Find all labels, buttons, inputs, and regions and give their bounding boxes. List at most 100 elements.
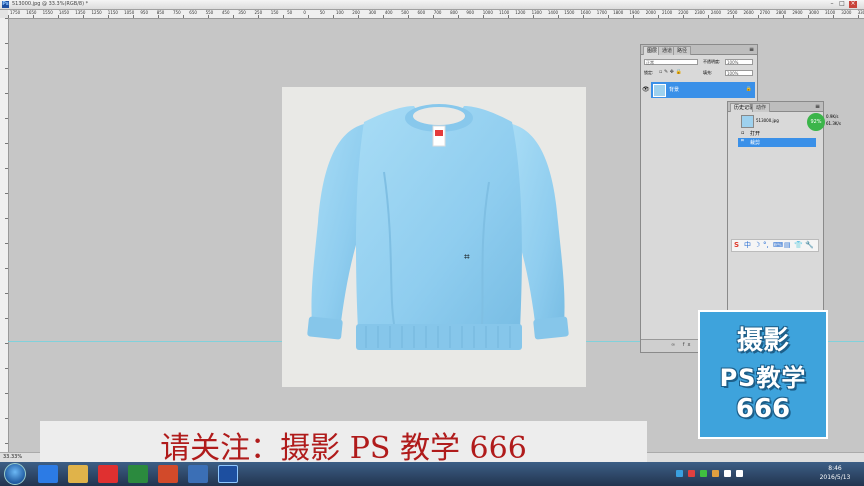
volume-icon[interactable] (736, 470, 743, 477)
tray-icon[interactable] (688, 470, 695, 477)
clock-time: 8:46 (828, 465, 842, 472)
panel-menu-icon[interactable]: ≡ (749, 46, 754, 53)
lock-icons[interactable]: ▫ ✎ ✥ 🔒 (659, 69, 682, 75)
ruler-tick-label: 2400 (710, 10, 722, 15)
net-percent: 92% (807, 113, 825, 131)
history-snapshot[interactable]: 513000.jpg (730, 114, 810, 128)
sogou-ime-toolbar[interactable]: S 中 ☽ °, ⌨ ▤ 👕 🔧 (731, 239, 819, 252)
vertical-ruler[interactable] (0, 18, 9, 452)
photoshop-taskbar-icon[interactable] (218, 465, 238, 483)
sogou-punct-icon[interactable]: °, (763, 240, 769, 251)
ruler-tick-label: 1400 (547, 10, 559, 15)
ruler-tick-label: 850 (156, 10, 165, 15)
ruler-tick-label: 2900 (792, 10, 803, 15)
history-panel[interactable]: 历史记录 动作 ≡ 513000.jpg ▫ 打开 ⌗ 裁剪 (727, 101, 824, 341)
tab-paths[interactable]: 路径 (673, 46, 692, 55)
net-speed-widget: 92% 0.9K/s 61.3K/s (807, 112, 841, 132)
start-button-icon[interactable] (4, 463, 26, 485)
brand-logo: 摄影 PS教学 666 (698, 310, 828, 439)
ruler-tick-label: 100 (336, 10, 344, 15)
close-icon[interactable]: × (849, 1, 857, 8)
ruler-tick-label: 3000 (808, 10, 819, 15)
clock-date: 2016/5/13 (819, 474, 851, 481)
sogou-moon-icon[interactable]: ☽ (754, 240, 760, 251)
maximize-icon[interactable]: □ (838, 1, 846, 8)
ie-icon[interactable] (38, 465, 58, 483)
tray-icon[interactable] (712, 470, 719, 477)
snapshot-thumbnail (741, 115, 754, 128)
ruler-tick-label: 750 (173, 10, 181, 15)
photoshop-icon: Ps (2, 1, 9, 8)
crop-icon: ⌗ (741, 138, 744, 144)
sogou-skin-icon[interactable]: 👕 (794, 240, 803, 251)
zoom-level[interactable]: 33.33% (3, 454, 22, 460)
ruler-tick-label: 1200 (515, 10, 526, 15)
ruler-tick-label: 250 (254, 10, 263, 15)
opacity-label: 不透明度: (703, 59, 721, 64)
sogou-menu-icon[interactable]: ▤ (784, 240, 791, 251)
layer-name: 背景 (669, 87, 680, 93)
ruler-tick-label: 1150 (107, 10, 118, 15)
ruler-tick-label: 1700 (596, 10, 607, 15)
panel-menu-icon[interactable]: ≡ (815, 103, 820, 110)
opacity-input[interactable]: 100% (725, 59, 753, 65)
ruler-tick-label: 2200 (678, 10, 689, 15)
tray-icon[interactable] (676, 470, 683, 477)
blend-mode-select[interactable]: 正常 (644, 59, 698, 65)
ruler-tick-label: 500 (401, 10, 409, 15)
document-canvas[interactable]: ⌗ (282, 87, 586, 387)
layer-row-background[interactable]: 背景 🔒 (651, 82, 755, 98)
ruler-tick-label: 550 (205, 10, 214, 15)
sogou-chinese-toggle[interactable]: 中 (744, 240, 751, 251)
ruler-tick-label: 450 (221, 10, 230, 15)
fill-input[interactable]: 100% (725, 70, 753, 76)
taskbar-clock[interactable]: 8:46 2016/5/13 (810, 464, 860, 482)
ruler-tick-label: 400 (384, 10, 393, 15)
ruler-tick-label: 3300 (857, 10, 864, 15)
ruler-tick-label: 2500 (727, 10, 738, 15)
ruler-tick-label: 0 (303, 10, 306, 15)
ruler-tick-label: 800 (450, 10, 458, 15)
app-icon[interactable] (188, 465, 208, 483)
lock-label: 锁定: (644, 70, 654, 75)
tab-actions[interactable]: 动作 (752, 103, 771, 112)
ruler-tick-label: 1650 (26, 10, 37, 15)
ruler-tick-label: 1050 (124, 10, 135, 15)
ruler-tick-label: 1000 (482, 10, 493, 15)
document-title-bar: Ps 513000.jpg @ 33.3%(RGB/8) * – □ × (0, 0, 864, 10)
document-title: 513000.jpg @ 33.3%(RGB/8) * (12, 1, 89, 7)
ruler-tick-label: 900 (466, 10, 475, 15)
ruler-tick-label: 50 (319, 10, 325, 15)
ruler-tick-label: 50 (287, 10, 293, 15)
ruler-tick-label: 950 (140, 10, 149, 15)
ruler-tick-label: 2300 (694, 10, 705, 15)
eye-icon[interactable]: 👁 (642, 86, 650, 93)
ruler-tick-label: 1900 (629, 10, 640, 15)
media-icon[interactable] (98, 465, 118, 483)
app-icon[interactable] (128, 465, 148, 483)
explorer-icon[interactable] (68, 465, 88, 483)
snapshot-name: 513000.jpg (756, 118, 779, 123)
ruler-tick-label: 600 (417, 10, 426, 15)
history-item-label: 裁剪 (750, 140, 761, 146)
horizontal-ruler[interactable]: 1750 1650 1550 1450 1350 1250 1150 1050 950 850 75… (8, 10, 864, 19)
ruler-tick-label: 1450 (58, 10, 70, 15)
minimize-icon[interactable]: – (828, 1, 836, 8)
ruler-tick-label: 150 (270, 10, 279, 15)
logo-line-1: 摄影 (736, 326, 789, 356)
ruler-tick-label: 1300 (531, 10, 542, 15)
sogou-keyboard-icon[interactable]: ⌨ (773, 240, 783, 251)
app-icon[interactable] (158, 465, 178, 483)
layers-panel-tabs: 图层 通道 路径 ≡ (641, 45, 757, 55)
ruler-tick-label: 1100 (499, 10, 510, 15)
ruler-tick-label: 2600 (743, 10, 754, 15)
logo-line-2: PS教学 (719, 364, 807, 392)
sogou-settings-icon[interactable]: 🔧 (805, 240, 814, 251)
net-down: 61.3K/s (826, 121, 841, 126)
network-icon[interactable] (724, 470, 731, 477)
history-item-crop[interactable]: ⌗ 裁剪 (738, 138, 816, 147)
history-item-open[interactable]: ▫ 打开 (738, 130, 818, 138)
ruler-tick-label: 1500 (564, 10, 575, 15)
history-panel-tabs: 历史记录 动作 ≡ (728, 102, 823, 112)
tray-icon[interactable] (700, 470, 707, 477)
